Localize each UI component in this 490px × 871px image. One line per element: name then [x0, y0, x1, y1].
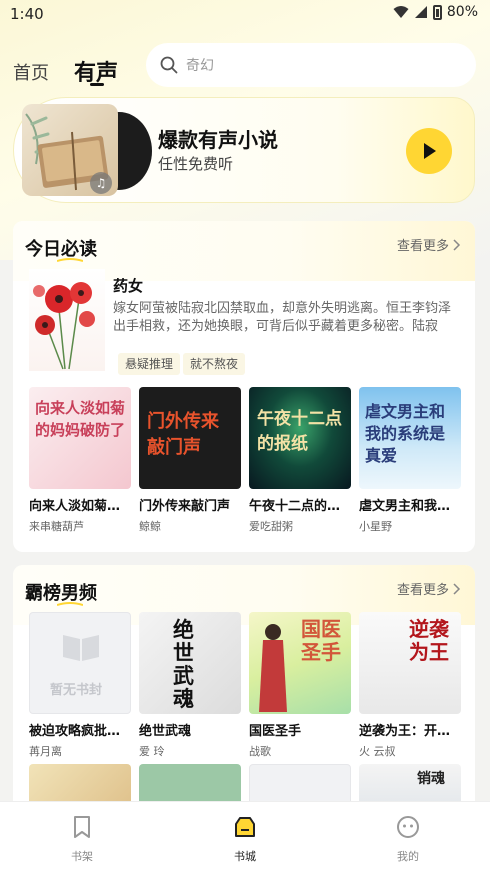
- profile-icon: [397, 816, 419, 838]
- book-card[interactable]: 绝世武魂 绝世武魂 爱 玲: [139, 612, 241, 759]
- promo-banner[interactable]: ♫ 爆款有声小说 任性免费听: [13, 97, 475, 203]
- see-more-link[interactable]: 查看更多: [397, 579, 461, 598]
- book-title: 国医圣手: [249, 724, 302, 739]
- book-cover: 逆袭为王: [359, 612, 461, 714]
- cover-title-text: 午夜十二点的报纸: [257, 409, 342, 454]
- nav-profile[interactable]: 我的: [378, 814, 438, 864]
- book-title: 午夜十二点的报...: [249, 499, 351, 514]
- book-cover: 绝世武魂: [139, 612, 241, 714]
- book-card[interactable]: 午夜十二点的报纸 午夜十二点的报... 爱吃甜粥: [249, 387, 351, 534]
- title-underline-decoration: [57, 258, 83, 262]
- see-more-label: 查看更多: [396, 583, 449, 598]
- nav-bookshelf[interactable]: 书架: [52, 814, 112, 864]
- cover-figure-illustration: [259, 624, 287, 712]
- see-more-label: 查看更多: [396, 239, 449, 254]
- book-title: 虐文男主和我的...: [359, 499, 461, 514]
- book-card[interactable]: 暂无书封 被迫攻略疯批魔... 苒月离: [29, 612, 131, 759]
- book-author: 鲸鲸: [139, 520, 161, 533]
- see-more-link[interactable]: 查看更多: [397, 235, 461, 254]
- bookmark-icon: [74, 816, 90, 838]
- book-author: 战歌: [249, 745, 271, 758]
- nav-label: 书城: [234, 850, 256, 863]
- nav-label: 我的: [397, 850, 419, 863]
- book-author: 火 云叔: [359, 745, 396, 758]
- featured-book-description: 嫁女阿萤被陆寂北囚禁取血，却意外失明逃离。恒王李钧泽出手相救，还为她换眼，可背后…: [113, 301, 452, 334]
- cover-title-text: 暂无书封: [50, 683, 103, 698]
- book-card[interactable]: 逆袭为王 逆袭为王：开局... 火 云叔: [359, 612, 461, 759]
- chevron-right-icon: [453, 238, 461, 251]
- book-author: 爱 玲: [139, 745, 165, 758]
- nav-label: 书架: [71, 850, 93, 863]
- cover-title-text: 向来人淡如菊的妈妈破防了: [35, 399, 126, 439]
- status-icons: 80%: [393, 4, 478, 20]
- cover-title-text: 国医圣手: [301, 617, 341, 664]
- book-title: 被迫攻略疯批魔...: [29, 724, 131, 739]
- placeholder-book-icon: [63, 635, 99, 661]
- status-time: 1:40: [10, 5, 44, 23]
- book-cover: 国医圣手: [249, 612, 351, 714]
- book-author: 爱吃甜粥: [249, 520, 293, 533]
- title-underline-decoration: [57, 602, 83, 606]
- chevron-right-icon: [453, 582, 461, 595]
- bookstore-icon: [235, 817, 255, 837]
- book-title: 逆袭为王：开局...: [359, 724, 461, 739]
- tab-home[interactable]: 首页: [13, 59, 49, 85]
- battery-icon: [432, 4, 442, 20]
- headphone-icon: ♫: [90, 172, 112, 194]
- cover-title-text: 门外传来敲门声: [147, 411, 219, 458]
- banner-subtitle: 任性免费听: [158, 155, 234, 173]
- today-section: 今日必读 查看更多 药女 嫁女阿萤被陆寂北囚禁取血，却意外失明逃离。恒王李钧泽出…: [13, 221, 475, 552]
- play-button[interactable]: [406, 128, 452, 174]
- banner-title: 爆款有声小说: [158, 128, 278, 152]
- featured-book-title[interactable]: 药女: [113, 275, 143, 296]
- cover-title-text: 销魂: [417, 771, 445, 787]
- book-title: 向来人淡如菊的...: [29, 499, 131, 514]
- book-cover: 暂无书封: [29, 612, 131, 714]
- search-placeholder: 奇幻: [186, 58, 214, 74]
- ranking-section: 霸榜男频 查看更多 暂无书封 被迫攻略疯批魔... 苒月离 绝世武魂 绝世武魂 …: [13, 565, 475, 825]
- bottom-navigation: 书架 书城 我的: [0, 801, 490, 871]
- book-author: 苒月离: [29, 745, 62, 758]
- cover-title-text: 虐文男主和我的系统是真爱: [365, 402, 446, 465]
- book-tag[interactable]: 就不熬夜: [183, 353, 246, 375]
- book-card[interactable]: 门外传来敲门声 门外传来敲门声 鲸鲸: [139, 387, 241, 534]
- book-title: 绝世武魂: [139, 724, 192, 739]
- featured-book-cover[interactable]: [29, 269, 105, 371]
- book-author: 来串糖葫芦: [29, 520, 84, 533]
- status-bar: 1:40 80%: [0, 0, 490, 30]
- book-title: 门外传来敲门声: [139, 499, 231, 514]
- book-cover: 向来人淡如菊的妈妈破防了: [29, 387, 131, 489]
- search-icon: [160, 56, 178, 74]
- search-input[interactable]: 奇幻: [146, 43, 476, 87]
- book-tag[interactable]: 悬疑推理: [118, 353, 181, 375]
- active-tab-indicator: [90, 83, 104, 86]
- cover-title-text: 逆袭为王: [409, 617, 449, 664]
- nav-bookstore[interactable]: 书城: [215, 814, 275, 864]
- book-cover: 门外传来敲门声: [139, 387, 241, 489]
- book-card[interactable]: 虐文男主和我的系统是真爱 虐文男主和我的... 小星野: [359, 387, 461, 534]
- book-author: 小星野: [359, 520, 392, 533]
- book-card[interactable]: 向来人淡如菊的妈妈破防了 向来人淡如菊的... 来串糖葫芦: [29, 387, 131, 534]
- wifi-icon: [393, 6, 409, 18]
- book-cover: 虐文男主和我的系统是真爱: [359, 387, 461, 489]
- battery-level: 80%: [446, 4, 478, 20]
- cover-title-text: 绝世武魂: [173, 617, 194, 711]
- book-cover: 午夜十二点的报纸: [249, 387, 351, 489]
- signal-icon: [414, 6, 427, 18]
- play-icon: [424, 143, 436, 159]
- book-card[interactable]: 国医圣手 国医圣手 战歌: [249, 612, 351, 759]
